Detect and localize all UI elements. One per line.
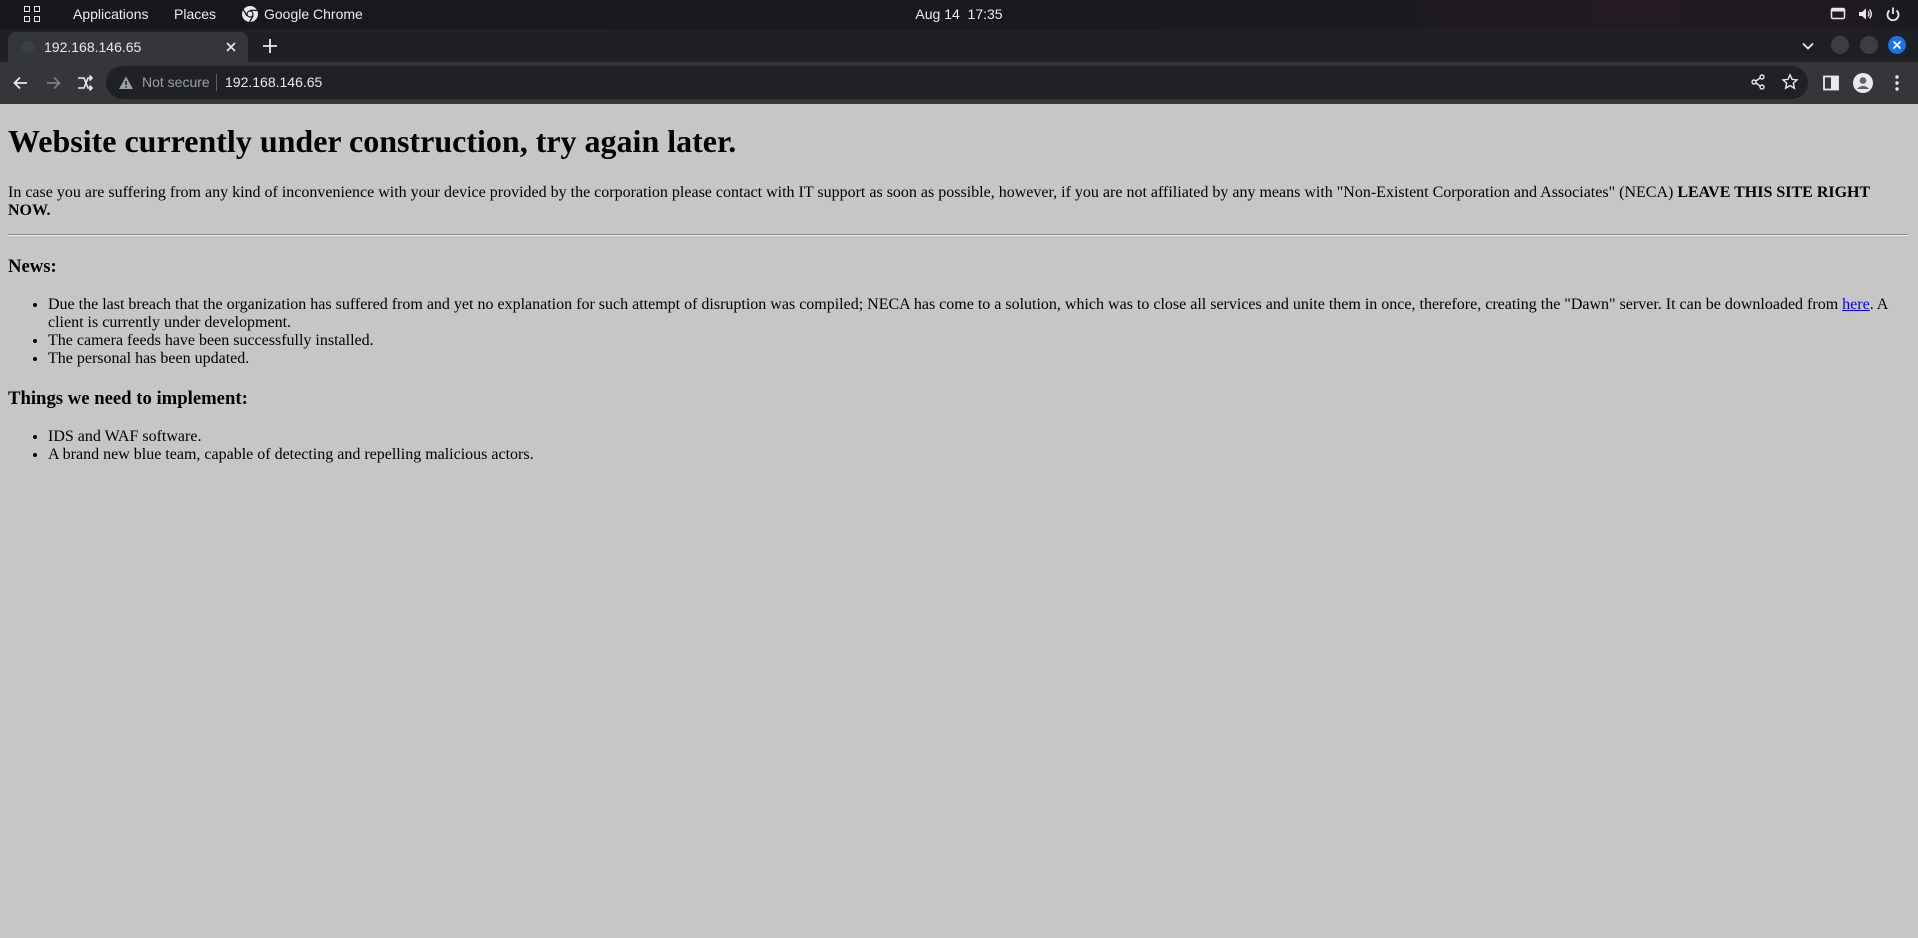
news-heading: News:: [8, 256, 57, 277]
forward-arrow-icon[interactable]: [43, 73, 63, 93]
clock-time: 17:35: [967, 6, 1003, 22]
tab-strip: 192.168.146.65: [0, 29, 1918, 62]
bookmark-star-icon[interactable]: [1781, 73, 1799, 91]
news-item-text: Due the last breach that the organizatio…: [48, 296, 1843, 313]
profile-avatar-icon[interactable]: [1853, 73, 1873, 93]
address-bar[interactable]: Not secure 192.168.146.65: [106, 66, 1808, 99]
todo-item: IDS and WAF software.: [48, 428, 1908, 446]
page-title: Website currently under construction, tr…: [8, 123, 737, 159]
window-close-icon[interactable]: [1888, 36, 1906, 54]
news-item: The camera feeds have been successfully …: [48, 332, 1908, 350]
volume-icon[interactable]: [1857, 6, 1873, 22]
todo-heading: Things we need to implement:: [8, 388, 248, 409]
todo-list: IDS and WAF software. A brand new blue t…: [8, 428, 1908, 464]
news-list: Due the last breach that the organizatio…: [8, 296, 1908, 368]
minimize-button[interactable]: [1831, 36, 1849, 54]
screen-icon[interactable]: [1830, 6, 1846, 22]
warning-icon[interactable]: [118, 75, 134, 91]
favicon-icon: [22, 41, 34, 53]
download-link[interactable]: here: [1842, 296, 1870, 313]
clock[interactable]: Aug 14 17:35: [0, 6, 1918, 23]
share-icon[interactable]: [1749, 73, 1767, 91]
tab-title: 192.168.146.65: [44, 39, 142, 55]
page-content: Website currently under construction, tr…: [0, 104, 1918, 938]
news-item: The personal has been updated.: [48, 350, 1908, 368]
back-arrow-icon[interactable]: [11, 73, 31, 93]
intro-text: In case you are suffering from any kind …: [8, 184, 1678, 201]
power-icon[interactable]: [1885, 6, 1901, 22]
kebab-menu-icon[interactable]: [1887, 73, 1907, 93]
security-status[interactable]: Not secure: [142, 74, 210, 91]
browser-toolbar: Not secure 192.168.146.65: [0, 62, 1918, 105]
system-top-bar: Applications Places Google Chrome Aug 14…: [0, 0, 1918, 29]
url-text[interactable]: 192.168.146.65: [225, 74, 322, 91]
news-item: Due the last breach that the organizatio…: [48, 296, 1908, 332]
reload-icon[interactable]: [75, 73, 95, 93]
intro-paragraph: In case you are suffering from any kind …: [8, 184, 1908, 220]
new-tab-icon[interactable]: [260, 36, 280, 56]
tab-active[interactable]: 192.168.146.65: [8, 32, 248, 62]
tab-close-icon[interactable]: [222, 38, 240, 56]
address-separator: [216, 74, 217, 91]
todo-item: A brand new blue team, capable of detect…: [48, 446, 1908, 464]
clock-date: Aug 14: [915, 6, 960, 22]
side-panel-icon[interactable]: [1821, 73, 1841, 93]
divider: [8, 234, 1908, 236]
tab-search-chevron-icon[interactable]: [1800, 38, 1816, 54]
maximize-button[interactable]: [1860, 36, 1878, 54]
